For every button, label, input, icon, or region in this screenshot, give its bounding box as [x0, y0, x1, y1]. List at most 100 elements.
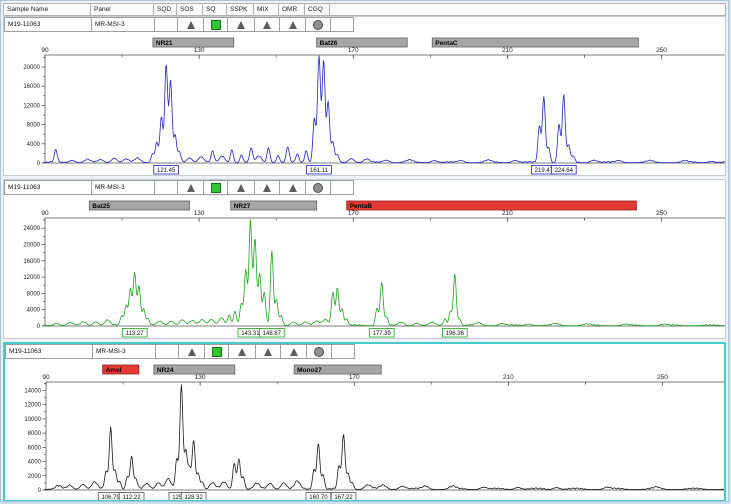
electropherogram-trace [43, 56, 725, 163]
flag-sqd-cell[interactable] [154, 17, 178, 32]
warning-triangle-icon [188, 348, 196, 356]
marker-label: Amel [106, 367, 122, 374]
peak-size-label: 160.70 [309, 495, 328, 501]
electropherogram-trace [43, 220, 725, 326]
column-header-filler [329, 3, 726, 16]
electropherogram-trace [44, 385, 726, 490]
marker-bar-pentac[interactable] [432, 38, 638, 47]
marker-label: Bat26 [320, 40, 338, 47]
y-tick-label: 12000 [24, 403, 41, 409]
flag-mix-cell[interactable] [255, 344, 281, 359]
plot-frame [45, 218, 726, 326]
marker-label: NR21 [156, 40, 173, 47]
panel-cell[interactable]: MR-MSI-3 [92, 344, 156, 359]
peak-size-label: 161.11 [310, 168, 329, 174]
warning-triangle-icon [237, 184, 245, 192]
warning-triangle-icon [263, 21, 271, 29]
y-tick-label: 20000 [23, 242, 40, 248]
marker-label: PentaC [435, 40, 458, 47]
electropherogram-chart-green[interactable]: Bat25NR27PentaB9013017021025004000800012… [4, 195, 726, 339]
flag-cgq-cell[interactable] [305, 180, 331, 195]
marker-label: PentaB [350, 203, 373, 210]
flag-mix-cell[interactable] [254, 180, 280, 195]
electropherogram-chart-blue[interactable]: NR21Bat26PentaC9013017021025004000800012… [4, 32, 726, 176]
panel-cell[interactable]: MR-MSI-3 [91, 17, 155, 32]
x-tick-label: 210 [502, 210, 513, 217]
flag-sq-cell[interactable] [203, 180, 228, 195]
column-header-sos: SOS [176, 3, 203, 16]
flag-sq-cell[interactable] [203, 17, 228, 32]
y-tick-label: 8000 [27, 123, 41, 129]
quality-circle-icon [314, 347, 324, 357]
flag-omr-cell[interactable] [279, 180, 306, 195]
warning-triangle-icon [263, 184, 271, 192]
warning-triangle-icon [290, 348, 298, 356]
marker-label: Mono27 [297, 367, 322, 374]
x-tick-label: 250 [657, 374, 668, 381]
panel-cell[interactable]: MR-MSI-3 [91, 180, 155, 195]
sample-row[interactable]: M19-11063 MR-MSI-3 [5, 344, 724, 359]
sample-row[interactable]: M19-11063 MR-MSI-3 [4, 17, 725, 32]
electropherogram-section-2: M19-11063 MR-MSI-3 Bat25NR27PentaB901301… [3, 179, 726, 339]
y-tick-label: 14000 [24, 389, 41, 395]
peak-size-label: 196.36 [446, 331, 465, 337]
flag-mix-cell[interactable] [254, 17, 280, 32]
y-tick-label: 12000 [23, 103, 40, 109]
flag-sqd-cell[interactable] [154, 180, 178, 195]
row-filler-cell [330, 17, 354, 32]
x-tick-label: 90 [41, 210, 49, 217]
peak-size-label: 128.32 [184, 495, 203, 501]
sample-name-cell[interactable]: M19-11063 [5, 344, 93, 359]
y-tick-label: 4000 [27, 142, 41, 148]
x-tick-label: 170 [348, 210, 359, 217]
y-tick-label: 0 [38, 488, 42, 494]
x-tick-label: 250 [656, 47, 667, 54]
y-tick-label: 20000 [23, 65, 40, 71]
genemarker-window: Sample Name Panel SQD SOS SQ SSPK MIX OM… [0, 0, 729, 502]
x-tick-label: 210 [503, 374, 514, 381]
marker-bar-pentab[interactable] [347, 201, 637, 210]
flag-sspk-cell[interactable] [227, 17, 255, 32]
flag-sos-cell[interactable] [178, 344, 205, 359]
column-header-cgq: CGQ [304, 3, 330, 16]
peak-size-label: 224.64 [555, 168, 574, 174]
sample-name-cell[interactable]: M19-11063 [4, 180, 92, 195]
warning-triangle-icon [237, 21, 245, 29]
y-tick-label: 4000 [27, 308, 41, 314]
x-tick-label: 130 [195, 374, 206, 381]
row-filler-cell [330, 180, 354, 195]
flag-cgq-cell[interactable] [306, 344, 332, 359]
flag-sq-cell[interactable] [204, 344, 229, 359]
peak-size-label: 113.27 [126, 331, 145, 337]
flag-sspk-cell[interactable] [228, 344, 256, 359]
flag-sos-cell[interactable] [177, 180, 204, 195]
flag-sqd-cell[interactable] [155, 344, 179, 359]
plot-frame [45, 55, 726, 163]
quality-circle-icon [313, 183, 323, 193]
flag-omr-cell[interactable] [279, 17, 306, 32]
pass-square-icon [211, 183, 221, 193]
flag-sspk-cell[interactable] [227, 180, 255, 195]
peak-size-label: 143.31 [241, 331, 260, 337]
y-tick-label: 6000 [28, 445, 42, 451]
column-header-mix: MIX [253, 3, 279, 16]
marker-label: Bat25 [92, 203, 110, 210]
peak-size-label: 121.45 [157, 168, 176, 174]
flag-omr-cell[interactable] [280, 344, 307, 359]
sample-row[interactable]: M19-11063 MR-MSI-3 [4, 180, 725, 195]
pass-square-icon [212, 347, 222, 357]
y-tick-label: 8000 [27, 291, 41, 297]
column-header-omr: OMR [278, 3, 305, 16]
flag-cgq-cell[interactable] [305, 17, 331, 32]
peak-size-label: 112.22 [123, 495, 142, 501]
column-header-panel: Panel [90, 3, 154, 16]
column-header-sq: SQ [202, 3, 227, 16]
y-tick-label: 0 [37, 324, 41, 330]
peak-size-label: 106.79 [102, 495, 121, 501]
peak-size-label: 219.47 [535, 168, 554, 174]
x-tick-label: 90 [42, 374, 50, 381]
sample-name-cell[interactable]: M19-11063 [4, 17, 92, 32]
flag-sos-cell[interactable] [177, 17, 204, 32]
warning-triangle-icon [187, 184, 195, 192]
electropherogram-chart-black[interactable]: AmelNR24Mono2790130170210250020004000600… [5, 359, 726, 502]
